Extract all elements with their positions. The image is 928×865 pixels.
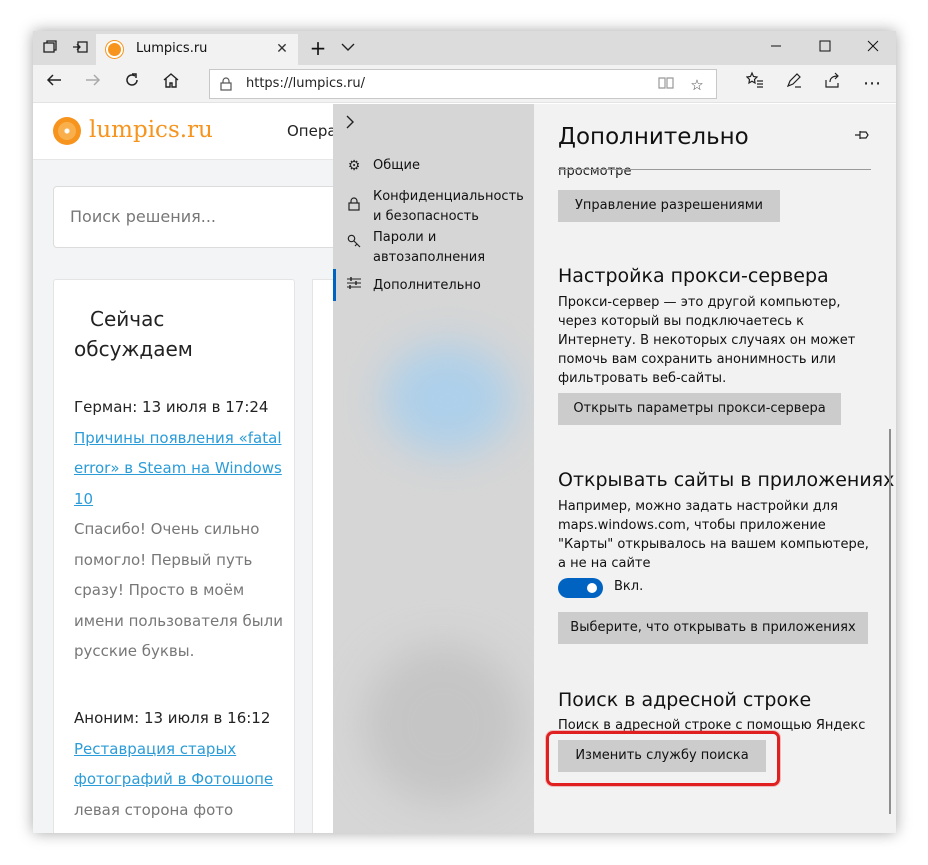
comment-author: Аноним: 13 июля в 16:12 [74,709,271,727]
settings-flyout: ⚙ Общие Конфиденциальность и безопасност… [333,104,896,833]
open-proxy-settings-button[interactable]: Открыть параметры прокси-сервера [558,393,841,425]
comment-text: Спасибо! Очень сильно [74,520,260,538]
comment-text: сразу! Просто в моём [74,581,245,599]
header-divider [558,169,871,170]
acrylic-blur [383,344,513,454]
partial-text: просмотре [558,164,632,179]
settings-nav-passwords[interactable]: Пароли и автозаполнения [333,228,534,268]
proxy-description: Прокси-сервер — это другой компьютер, че… [558,295,856,386]
comment-link[interactable]: фотографий в Фотошопе [74,764,289,795]
tab-title: Lumpics.ru [136,41,208,56]
comment-item: Герман: 13 июля в 17:24 Причины появлени… [74,392,289,667]
favorites-hub-icon[interactable] [742,71,768,97]
comment-text: русские буквы. [74,642,195,660]
settings-nav-privacy[interactable]: Конфиденциальность и безопасность [333,187,534,227]
lumpics-favicon-icon [106,41,123,58]
discussion-card: Сейчас обсуждаем Герман: 13 июля в 17:24… [53,279,295,833]
settings-nav: ⚙ Общие Конфиденциальность и безопасност… [333,104,534,833]
comment-link[interactable]: Реставрация старых [74,734,289,765]
home-icon[interactable] [158,71,184,97]
site-logo-text[interactable]: lumpics.ru [89,117,213,143]
orange-logo-icon[interactable] [53,117,81,145]
lock-icon [345,197,363,217]
apps-description: Например, можно задать настройки для map… [558,499,869,571]
tab-close-icon[interactable]: ✕ [272,39,292,59]
gear-icon: ⚙ [347,158,361,174]
tabs-aside-icon[interactable] [40,39,60,57]
browser-window: Lumpics.ru ✕ + https://lumpics.ru/ ☆ ⋯ l… [33,31,896,833]
tab-preview-chevron-icon[interactable] [333,31,363,65]
comment-link[interactable]: Причины появления «fatal [74,423,289,454]
pin-icon[interactable] [854,128,870,146]
settings-nav-advanced[interactable]: Дополнительно [333,269,534,301]
forward-arrow-icon[interactable] [80,71,106,97]
scrollbar[interactable] [889,429,891,814]
key-icon [345,234,363,254]
minimize-icon[interactable] [753,31,799,65]
search-placeholder: Поиск решения... [70,207,216,226]
share-icon[interactable] [820,71,846,97]
apps-heading: Открывать сайты в приложениях [558,469,895,491]
maximize-icon[interactable] [802,31,848,65]
title-bar: Lumpics.ru ✕ + [33,31,896,65]
site-menu-item[interactable]: Опера [287,122,337,140]
highlight-frame [546,731,780,786]
search-heading: Поиск в адресной строке [558,689,812,711]
comment-text: левая сторона фото [74,800,234,819]
expand-chevron-icon[interactable] [345,114,355,133]
url-text: https://lumpics.ru/ [246,76,365,91]
site-search-input[interactable]: Поиск решения... [53,186,353,248]
new-tab-icon[interactable]: + [303,31,333,65]
address-bar[interactable]: https://lumpics.ru/ ☆ [209,69,717,99]
acrylic-blur [363,644,523,804]
navigation-toolbar: https://lumpics.ru/ ☆ ⋯ [33,65,896,103]
sliders-icon [345,276,363,296]
choose-apps-button[interactable]: Выберите, что открывать в приложениях [558,612,868,644]
favorite-star-icon[interactable]: ☆ [686,74,708,96]
comment-link[interactable]: 10 [74,484,289,515]
set-tabs-aside-icon[interactable] [70,39,90,57]
lock-icon [220,77,232,91]
comment-text: помогло! Первый путь [74,550,253,569]
settings-panel: Дополнительно просмотре Управление разре… [534,104,896,833]
refresh-icon[interactable] [119,71,145,97]
toggle-label: Вкл. [614,579,644,594]
reading-view-icon[interactable] [655,74,677,96]
card-title: Сейчас обсуждаем [74,307,193,361]
comment-link[interactable]: error» в Steam на Windows [74,453,289,484]
close-window-icon[interactable] [850,31,896,65]
tab-lumpics[interactable]: Lumpics.ru ✕ [96,34,298,65]
open-in-apps-toggle[interactable] [558,578,603,598]
panel-title: Дополнительно [558,124,749,150]
settings-nav-general[interactable]: ⚙ Общие [333,156,534,176]
manage-permissions-button[interactable]: Управление разрешениями [558,190,780,222]
back-arrow-icon[interactable] [41,71,67,97]
comment-text: осталась с дефектами на [74,825,289,833]
comment-item: Аноним: 13 июля в 16:12 Реставрация стар… [74,703,289,833]
comment-author: Герман: 13 июля в 17:24 [74,398,269,416]
comment-text: имени пользователя были [74,611,283,630]
more-icon[interactable]: ⋯ [859,71,885,97]
proxy-heading: Настройка прокси-сервера [558,265,829,287]
pen-icon[interactable] [781,71,807,97]
